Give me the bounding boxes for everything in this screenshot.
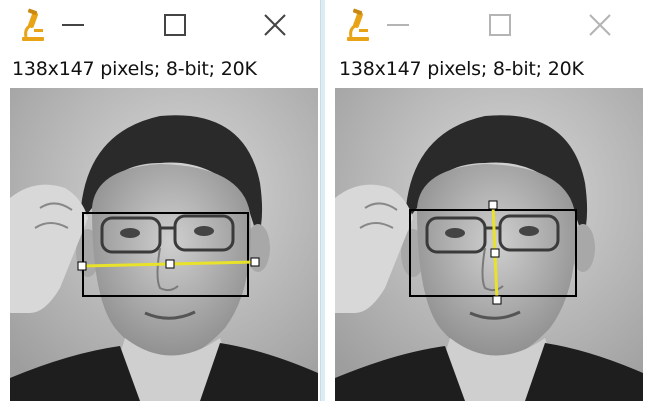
line-handle[interactable] [165, 259, 175, 269]
title-bar[interactable] [325, 0, 645, 50]
line-handle[interactable] [488, 200, 498, 210]
image-canvas[interactable] [335, 88, 643, 401]
close-icon[interactable] [260, 10, 290, 40]
line-handle[interactable] [77, 261, 87, 271]
image-canvas[interactable] [10, 88, 318, 401]
close-icon[interactable] [585, 10, 615, 40]
image-info-text: 138x147 pixels; 8-bit; 20K [339, 58, 584, 80]
image-window-left[interactable]: 138x147 pixels; 8-bit; 20K [0, 0, 320, 401]
minimize-icon[interactable] [383, 10, 413, 40]
line-handle[interactable] [492, 295, 502, 305]
maximize-icon[interactable] [160, 10, 190, 40]
maximize-icon[interactable] [485, 10, 515, 40]
microscope-icon [343, 8, 373, 42]
image-info-text: 138x147 pixels; 8-bit; 20K [12, 58, 257, 80]
image-window-right[interactable]: 138x147 pixels; 8-bit; 20K [325, 0, 645, 401]
microscope-icon [18, 8, 48, 42]
minimize-icon[interactable] [58, 10, 88, 40]
line-handle[interactable] [250, 257, 260, 267]
line-handle[interactable] [490, 248, 500, 258]
title-bar[interactable] [0, 0, 320, 50]
